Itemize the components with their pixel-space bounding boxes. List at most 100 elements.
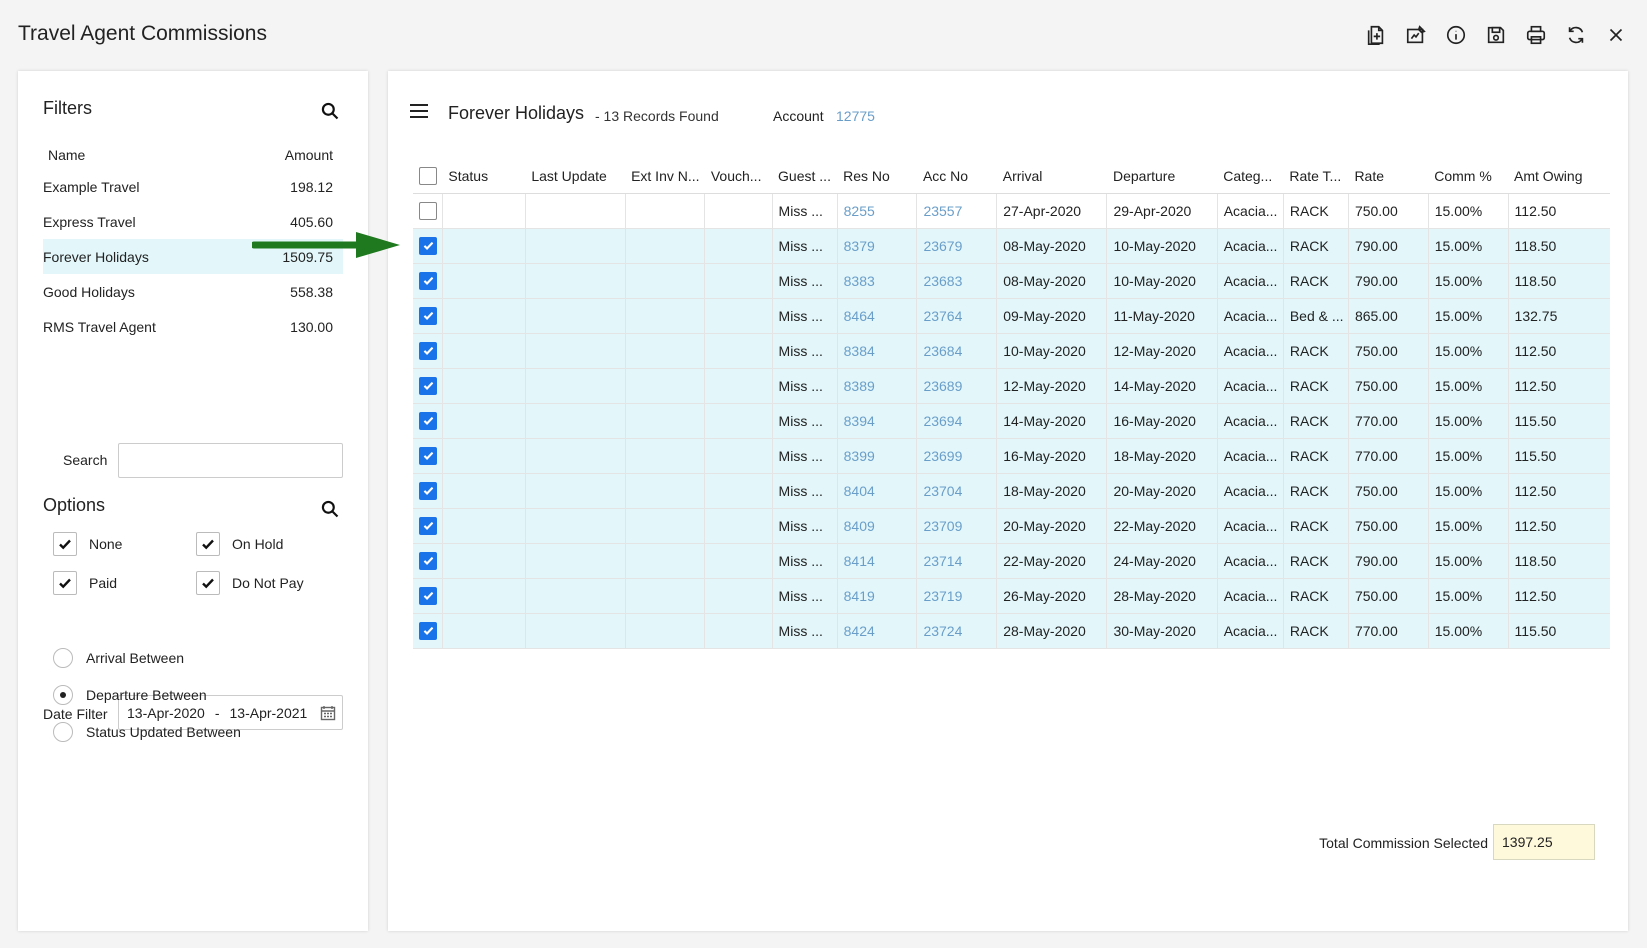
table-row[interactable]: Miss ... 8404 23704 18-May-2020 20-May-2020 A…	[413, 473, 1610, 509]
cell-res[interactable]: 8399	[837, 438, 918, 474]
column-header[interactable]: Amt Owing	[1508, 160, 1610, 194]
row-checkbox[interactable]	[419, 446, 437, 465]
table-row[interactable]: Miss ... 8424 23724 28-May-2020 30-May-2020 A…	[413, 613, 1610, 649]
table-row[interactable]: Miss ... 8255 23557 27-Apr-2020 29-Apr-2020 A…	[413, 193, 1610, 229]
cell-res[interactable]: 8409	[837, 508, 918, 544]
table-row[interactable]: Miss ... 8419 23719 26-May-2020 28-May-2020 A…	[413, 578, 1610, 614]
edit-icon[interactable]	[1403, 20, 1429, 50]
radio-arrival-between[interactable]: Arrival Between	[53, 648, 184, 668]
search-input[interactable]	[118, 443, 343, 478]
table-row[interactable]: Miss ... 8409 23709 20-May-2020 22-May-2020 A…	[413, 508, 1610, 544]
cell-category: Acacia...	[1217, 193, 1284, 229]
row-checkbox[interactable]	[419, 481, 437, 500]
cell-res[interactable]: 8384	[837, 333, 918, 369]
column-header[interactable]: Rate	[1348, 160, 1429, 194]
column-header[interactable]: Last Update	[525, 160, 626, 194]
cell-res[interactable]: 8464	[837, 298, 918, 334]
table-row[interactable]: Miss ... 8383 23683 08-May-2020 10-May-2020 A…	[413, 263, 1610, 299]
filters-search-icon[interactable]	[320, 101, 340, 121]
row-checkbox[interactable]	[419, 411, 437, 430]
table-row[interactable]: Miss ... 8384 23684 10-May-2020 12-May-2020 A…	[413, 333, 1610, 369]
cell-acc[interactable]: 23714	[916, 543, 998, 579]
cell-res[interactable]: 8389	[837, 368, 918, 404]
row-checkbox[interactable]	[419, 516, 437, 535]
column-header[interactable]: Res No	[837, 160, 917, 194]
row-checkbox[interactable]	[419, 271, 437, 290]
calendar-icon[interactable]	[320, 705, 336, 721]
option-paid[interactable]: Paid	[53, 571, 117, 595]
table-row[interactable]: Miss ... 8464 23764 09-May-2020 11-May-2020 A…	[413, 298, 1610, 334]
cell-departure: 30-May-2020	[1106, 613, 1218, 649]
table-row[interactable]: Miss ... 8379 23679 08-May-2020 10-May-2020 A…	[413, 228, 1610, 264]
row-checkbox[interactable]	[419, 621, 437, 640]
cell-res[interactable]: 8394	[837, 403, 918, 439]
table-row[interactable]: Miss ... 8414 23714 22-May-2020 24-May-2020 A…	[413, 543, 1610, 579]
option-do-not-pay[interactable]: Do Not Pay	[196, 571, 304, 595]
row-checkbox[interactable]	[419, 236, 437, 255]
option-checkbox[interactable]	[53, 571, 77, 595]
cell-acc[interactable]: 23719	[916, 578, 998, 614]
info-icon[interactable]	[1443, 20, 1469, 50]
column-header[interactable]: Departure	[1106, 160, 1218, 194]
table-row[interactable]: Miss ... 8394 23694 14-May-2020 16-May-2020 A…	[413, 403, 1610, 439]
cell-empty	[525, 403, 626, 439]
column-header[interactable]: Guest ...	[772, 160, 838, 194]
row-checkbox[interactable]	[419, 201, 437, 220]
close-icon[interactable]	[1603, 20, 1629, 50]
radio-button[interactable]	[53, 685, 73, 705]
cell-acc[interactable]: 23557	[916, 193, 998, 229]
filter-item[interactable]: Example Travel 198.12	[43, 169, 343, 204]
select-all-checkbox[interactable]	[419, 167, 437, 186]
column-header[interactable]: Comm %	[1428, 160, 1509, 194]
row-checkbox[interactable]	[419, 341, 437, 360]
option-checkbox[interactable]	[196, 532, 220, 556]
cell-res[interactable]: 8419	[837, 578, 918, 614]
option-on-hold[interactable]: On Hold	[196, 532, 283, 556]
column-header[interactable]: Vouch...	[704, 160, 773, 194]
cell-acc[interactable]: 23709	[916, 508, 998, 544]
row-checkbox[interactable]	[419, 586, 437, 605]
options-search-icon[interactable]	[320, 499, 340, 519]
radio-button[interactable]	[53, 722, 73, 742]
option-checkbox[interactable]	[53, 532, 77, 556]
radio-departure-between[interactable]: Departure Between	[53, 685, 207, 705]
save-icon[interactable]	[1483, 20, 1509, 50]
option-checkbox[interactable]	[196, 571, 220, 595]
table-row[interactable]: Miss ... 8399 23699 16-May-2020 18-May-2020 A…	[413, 438, 1610, 474]
radio-status-updated-between[interactable]: Status Updated Between	[53, 722, 241, 742]
row-checkbox[interactable]	[419, 306, 437, 325]
cell-res[interactable]: 8424	[837, 613, 918, 649]
cell-res[interactable]: 8414	[837, 543, 918, 579]
refresh-icon[interactable]	[1563, 20, 1589, 50]
row-checkbox[interactable]	[419, 551, 437, 570]
column-header[interactable]: Rate T...	[1283, 160, 1349, 194]
cell-acc[interactable]: 23704	[916, 473, 998, 509]
cell-acc[interactable]: 23679	[916, 228, 998, 264]
column-header[interactable]: Categ...	[1217, 160, 1284, 194]
cell-acc[interactable]: 23684	[916, 333, 998, 369]
radio-button[interactable]	[53, 648, 73, 668]
print-icon[interactable]	[1523, 20, 1549, 50]
cell-res[interactable]: 8379	[837, 228, 918, 264]
option-none[interactable]: None	[53, 532, 122, 556]
column-header[interactable]: Acc No	[916, 160, 997, 194]
cell-acc[interactable]: 23689	[916, 368, 998, 404]
account-link[interactable]: 12775	[836, 108, 875, 124]
table-row[interactable]: Miss ... 8389 23689 12-May-2020 14-May-2020 A…	[413, 368, 1610, 404]
cell-res[interactable]: 8404	[837, 473, 918, 509]
column-header[interactable]: Ext Inv N...	[625, 160, 705, 194]
cell-res[interactable]: 8383	[837, 263, 918, 299]
cell-res[interactable]: 8255	[837, 193, 918, 229]
column-header[interactable]: Arrival	[996, 160, 1107, 194]
menu-icon[interactable]	[410, 104, 428, 118]
row-checkbox[interactable]	[419, 376, 437, 395]
cell-acc[interactable]: 23699	[916, 438, 998, 474]
cell-acc[interactable]: 23683	[916, 263, 998, 299]
filter-item[interactable]: RMS Travel Agent 130.00	[43, 309, 343, 344]
column-header[interactable]: Status	[442, 160, 526, 194]
cell-acc[interactable]: 23764	[916, 298, 998, 334]
cell-acc[interactable]: 23694	[916, 403, 998, 439]
add-document-icon[interactable]	[1363, 20, 1389, 50]
cell-acc[interactable]: 23724	[916, 613, 998, 649]
filter-item[interactable]: Good Holidays 558.38	[43, 274, 343, 309]
